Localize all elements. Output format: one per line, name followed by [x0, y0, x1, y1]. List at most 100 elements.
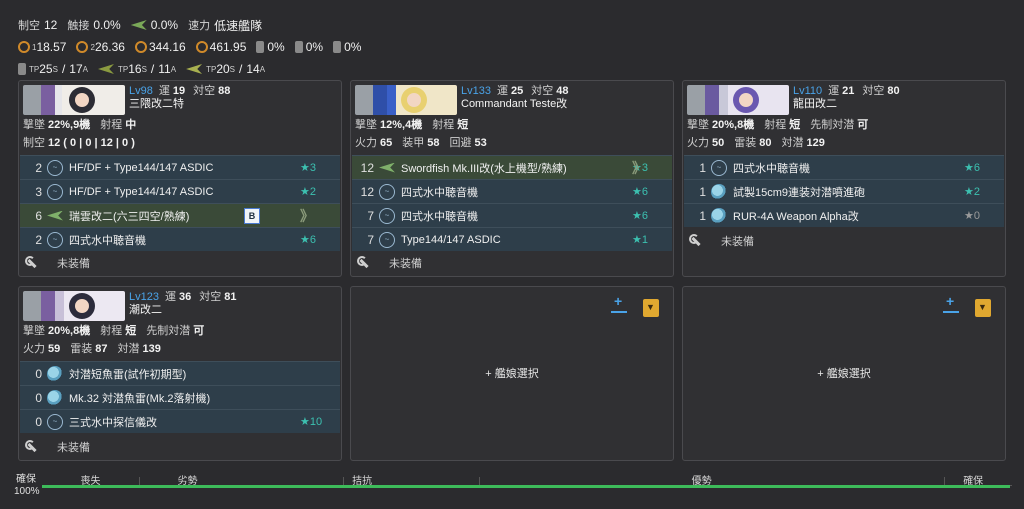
- tp-a-sub: A: [170, 64, 177, 74]
- range-value: 短: [789, 119, 801, 131]
- equipment-name: Type144/147 ASDIC: [401, 233, 501, 246]
- slot-count: 0: [35, 390, 42, 405]
- aa-label: 対空: [862, 85, 885, 97]
- ship-portrait[interactable]: [23, 85, 125, 115]
- ship-portrait[interactable]: [355, 85, 457, 115]
- load-preset-icon[interactable]: [643, 299, 659, 317]
- fleet-air-value: 12: [44, 18, 58, 32]
- reinforcement-slot[interactable]: 未装備: [689, 233, 754, 249]
- range-value: 短: [125, 325, 137, 337]
- empty-ship-panel-6[interactable]: + 艦娘選択: [682, 286, 1006, 461]
- sonar-icon: ~: [47, 231, 63, 248]
- slot-count: 1: [699, 208, 706, 223]
- amphibious-tank-icon: [186, 64, 203, 74]
- load-preset-icon[interactable]: [975, 299, 991, 317]
- equipment-slot[interactable]: 1 ~ 四式水中聴音機 ★6: [684, 155, 1004, 179]
- ship-name[interactable]: Commandant Teste改: [461, 98, 576, 111]
- firepower-label: 火力: [687, 137, 709, 149]
- ship-panel-3[interactable]: Lv110 運 21 対空 80 龍田改二 撃墜 20%,8機 射程短先制対潜可 火力 50 雷…: [682, 80, 1006, 277]
- sonar-icon: ~: [379, 231, 395, 248]
- equipment-name: 四式水中聴音機: [69, 234, 146, 247]
- improvement-star: ★2: [964, 186, 980, 198]
- tp-s-value: 25: [39, 62, 53, 76]
- ship-panel-2[interactable]: Lv133 運 25 対空 48 Commandant Teste改 撃墜 12%,4機射…: [350, 80, 674, 277]
- select-ship-button[interactable]: + 艦娘選択: [351, 365, 673, 381]
- drum-icon: [333, 41, 342, 53]
- drum-value: 0%: [305, 40, 324, 54]
- reinforcement-slot[interactable]: 未装備: [25, 255, 90, 271]
- equipment-list: 0 対潜短魚雷(試作初期型) 0 Mk.32 対潜魚雷(Mk.2落射機) 0 ~ 三式水…: [20, 361, 340, 433]
- tp-s-value: 16: [128, 62, 142, 76]
- aa-value: 81: [224, 291, 237, 303]
- drum-value: 0%: [344, 40, 362, 54]
- luck-value: 19: [172, 85, 186, 97]
- luck-label: 運: [164, 291, 176, 303]
- equipment-slot[interactable]: 3 ~ HF/DF + Type144/147 ASDIC ★2: [20, 179, 340, 203]
- equipment-slot[interactable]: 1 試製15cm9連装対潜噴進砲 ★2: [684, 179, 1004, 203]
- add-ship-icon[interactable]: [611, 293, 627, 313]
- sonar-icon: ~: [379, 207, 395, 224]
- wrench-icon: [25, 256, 39, 270]
- firepower-value: 65: [380, 137, 393, 149]
- empty-ship-panel-5[interactable]: + 艦娘選択: [350, 286, 674, 461]
- equipment-slot[interactable]: 12 ~ 四式水中聴音機 ★6: [352, 179, 672, 203]
- equipment-slot[interactable]: 12 Swordfish Mk.III改(水上機型/熟練) 》 ★3: [352, 155, 672, 179]
- equipment-slot[interactable]: 6 瑞雲改二(六三四空/熟練) B 》: [20, 203, 340, 227]
- firepower-label: 火力: [23, 343, 45, 355]
- fleet-speed-value: 低速艦隊: [214, 18, 263, 33]
- los-value: 461.95: [209, 40, 247, 54]
- equipment-slot[interactable]: 2 ~ 四式水中聴音機 ★6: [20, 227, 340, 251]
- equipment-name: 三式水中探信儀改: [69, 416, 157, 429]
- ship-panel-4[interactable]: Lv123 運 36 対空 81 潮改二 撃墜 20%,8機 射程短先制対潜可 火力 59 雷装…: [18, 286, 342, 461]
- air-value: 12 ( 0 | 0 | 12 | 0 ): [48, 137, 135, 149]
- shootdown-label: 撃墜: [687, 119, 709, 131]
- equipment-name: HF/DF + Type144/147 ASDIC: [69, 161, 214, 174]
- reinforcement-slot[interactable]: 未装備: [357, 255, 422, 271]
- tp-a-value: 17: [69, 62, 83, 76]
- luck-value: 21: [842, 85, 855, 97]
- equipment-name: 試製15cm9連装対潜噴進砲: [733, 186, 866, 199]
- luck-label: 運: [828, 85, 840, 97]
- slot-count: 7: [367, 208, 374, 223]
- fleet-summary: 制空 12 触接 0.0% 0.0% 速力 低速艦隊 1 18.57 2 26.36…: [18, 14, 418, 80]
- fleet-speed-label: 速力: [188, 20, 211, 32]
- ship-portrait[interactable]: [23, 291, 125, 321]
- los-value: 18.57: [36, 40, 67, 54]
- sonar-icon: ~: [47, 183, 63, 200]
- ship-panel-1[interactable]: Lv98 運 19 対空 88 三隈改二特 撃墜 22%,9機 射程中 制空 12 ( 0 |…: [18, 80, 342, 277]
- equipment-slot[interactable]: 7 ~ Type144/147 ASDIC ★1: [352, 227, 672, 251]
- ship-name[interactable]: 潮改二: [129, 304, 244, 317]
- firepower-value: 59: [48, 343, 61, 355]
- equipment-slot[interactable]: 0 対潜短魚雷(試作初期型): [20, 361, 340, 385]
- luck-label: 運: [496, 85, 508, 97]
- equipment-slot[interactable]: 7 ~ 四式水中聴音機 ★6: [352, 203, 672, 227]
- aa-value: 48: [556, 85, 569, 97]
- depth-charge-icon: [711, 183, 727, 200]
- aa-label: 対空: [199, 291, 222, 303]
- drum-icon: [294, 41, 303, 53]
- equipment-slot[interactable]: 0 Mk.32 対潜魚雷(Mk.2落射機): [20, 385, 340, 409]
- reinforcement-slot[interactable]: 未装備: [25, 439, 90, 455]
- select-ship-button[interactable]: + 艦娘選択: [683, 365, 1005, 381]
- equipment-slot[interactable]: 2 ~ HF/DF + Type144/147 ASDIC ★3: [20, 155, 340, 179]
- ship-name[interactable]: 龍田改二: [793, 98, 908, 111]
- equipment-name: 四式水中聴音機: [401, 186, 478, 199]
- slot-count: 2: [35, 160, 42, 175]
- luck-value: 36: [178, 291, 192, 303]
- opening-asw-value: 可: [193, 325, 205, 337]
- equipment-slot[interactable]: 1 RUR-4A Weapon Alpha改 ★0: [684, 203, 1004, 227]
- proficiency-badge: B: [244, 208, 260, 224]
- ship-name[interactable]: 三隈改二特: [129, 98, 238, 111]
- equipment-list: 2 ~ HF/DF + Type144/147 ASDIC ★3 3 ~ HF/DF + …: [20, 155, 340, 251]
- equipment-slot[interactable]: 0 ~ 三式水中探信儀改 ★10: [20, 409, 340, 433]
- shootdown-label: 撃墜: [23, 325, 45, 337]
- range-label: 射程: [100, 119, 123, 131]
- fleet-touch2-value: 0.0%: [150, 18, 179, 32]
- torpedo-value: 87: [95, 343, 108, 355]
- ship-portrait[interactable]: [687, 85, 789, 115]
- slot-count: 0: [35, 366, 42, 381]
- add-ship-icon[interactable]: [943, 293, 959, 313]
- los-icon: [195, 41, 208, 53]
- sonar-icon: ~: [47, 413, 63, 430]
- tp-s-sub: S: [141, 64, 147, 74]
